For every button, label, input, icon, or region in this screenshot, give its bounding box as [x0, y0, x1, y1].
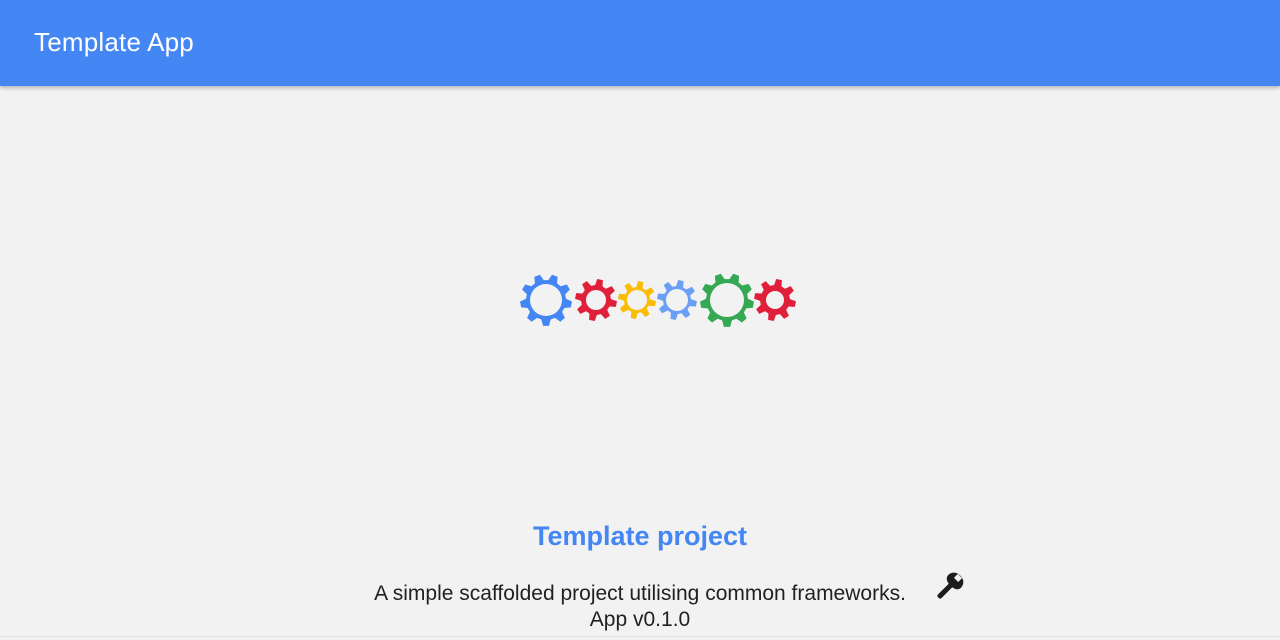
project-description: A simple scaffolded project utilising co…: [0, 580, 1280, 608]
main-content: [0, 86, 1280, 640]
bottom-divider: [0, 636, 1280, 637]
wrench-icon: [937, 572, 964, 599]
gear-icon: [657, 280, 697, 320]
gear-icon: [520, 274, 572, 326]
description-text: A simple scaffolded project utilising co…: [374, 582, 906, 605]
gear-icon: [575, 279, 617, 321]
gear-icon: [754, 279, 796, 321]
app-version: App v0.1.0: [589, 608, 691, 631]
app-title: Template App: [34, 27, 194, 57]
gear-icon: [618, 281, 656, 319]
project-title: Template project: [532, 521, 748, 551]
app-bar: Template App: [0, 0, 1280, 86]
gears-logo: [520, 273, 796, 327]
gear-icon: [700, 273, 754, 327]
